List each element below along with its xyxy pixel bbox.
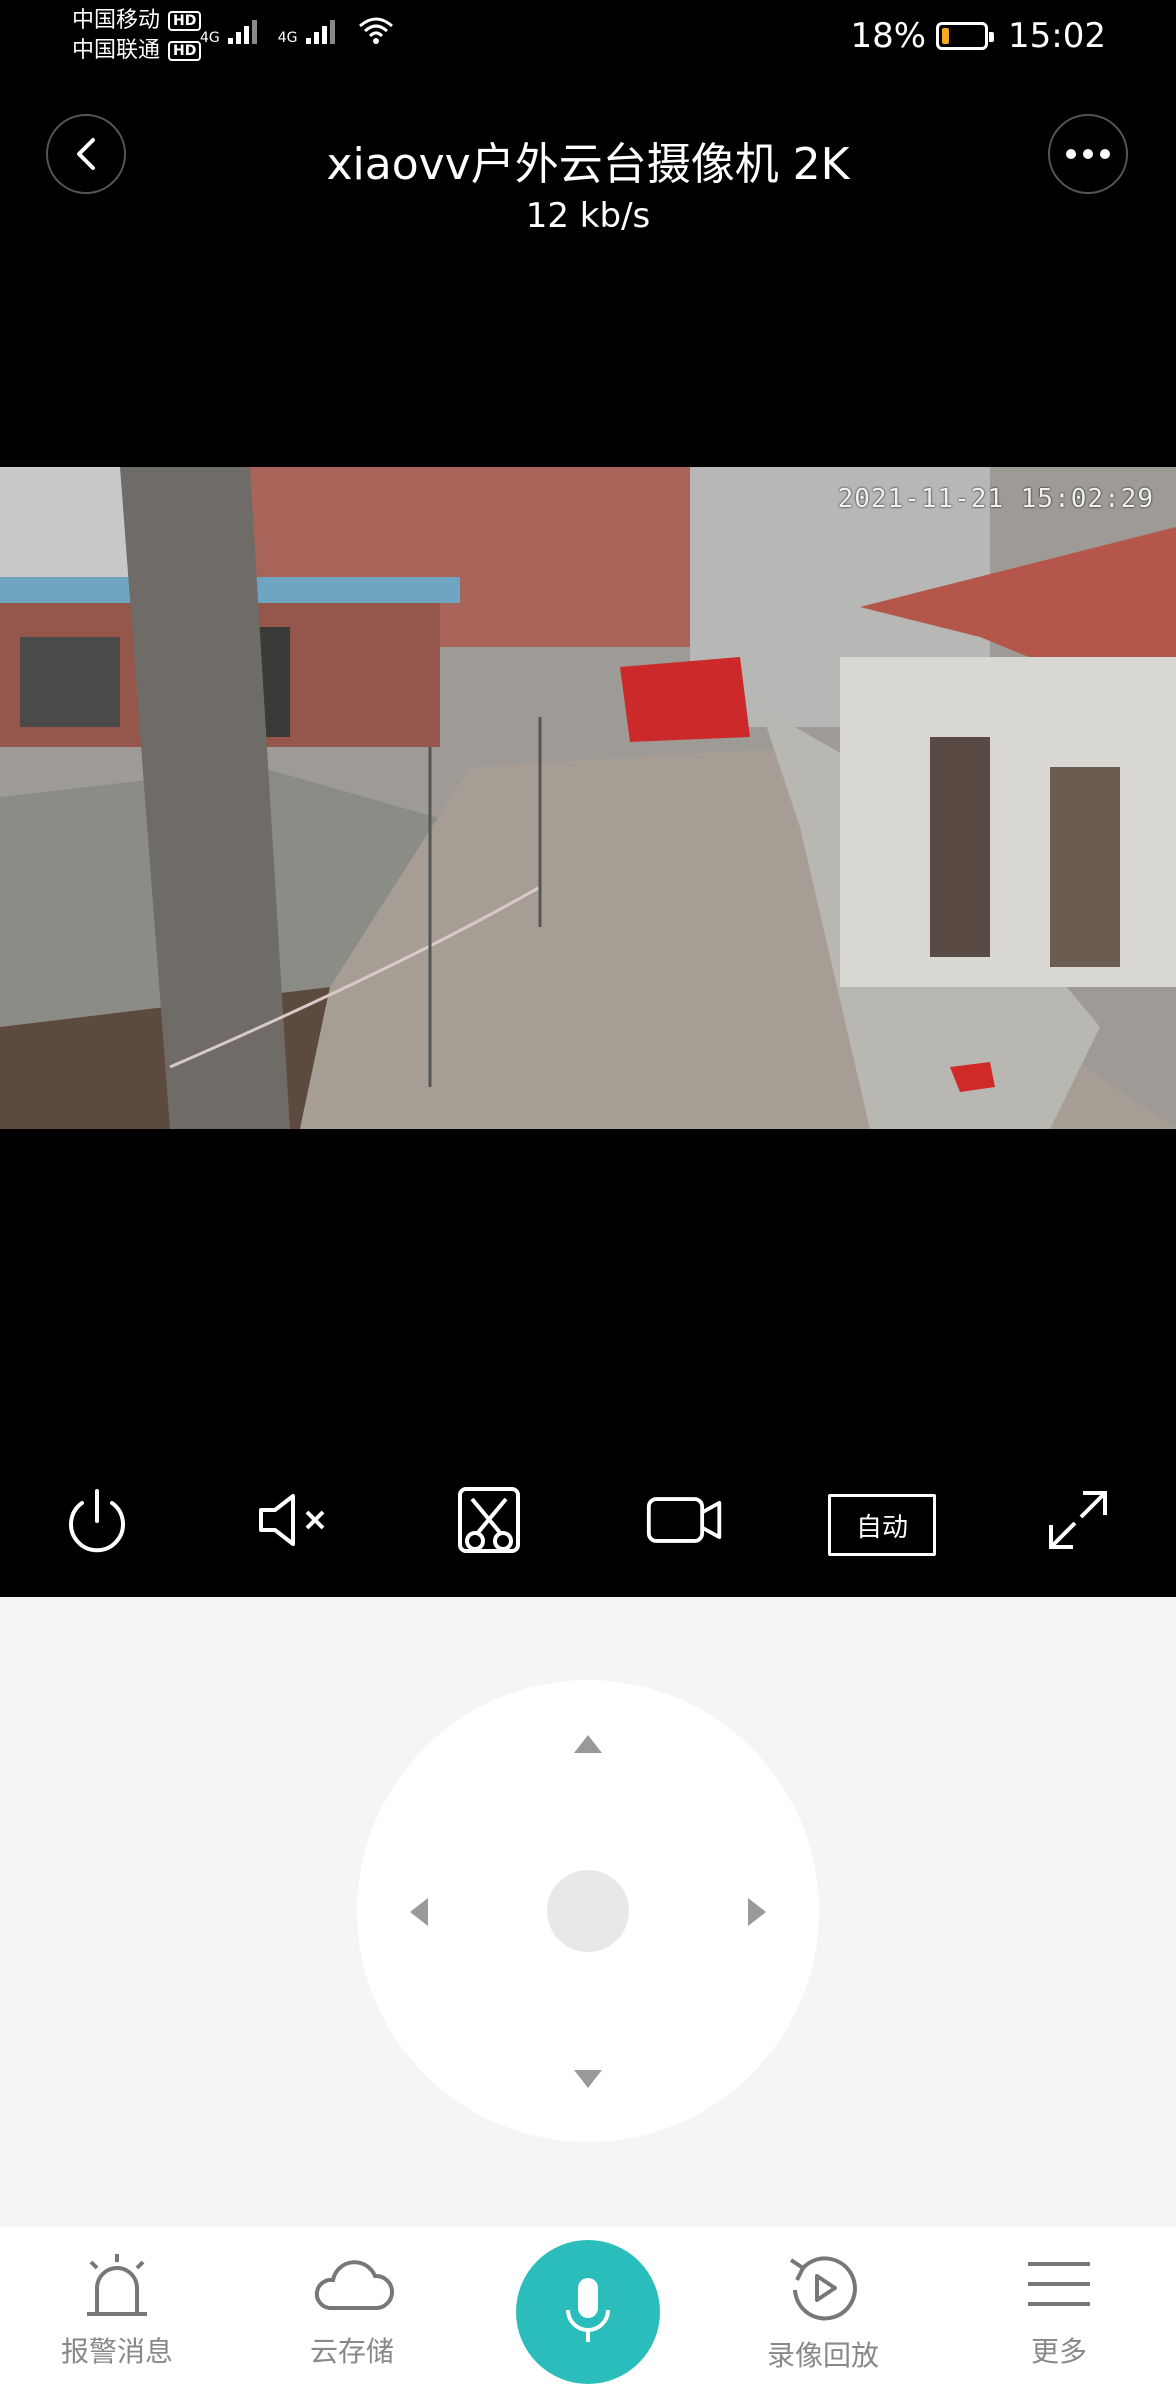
power-button[interactable] xyxy=(57,1480,137,1560)
video-camera-icon xyxy=(646,1497,722,1543)
nav-alarm-label: 报警消息 xyxy=(60,2335,173,2368)
page-title: xiaovv户外云台摄像机 2K xyxy=(326,139,850,190)
nav-alarm-messages[interactable]: 报警消息 xyxy=(37,2250,197,2370)
alarm-light-icon xyxy=(87,2254,147,2316)
ptz-center-knob[interactable] xyxy=(547,1870,629,1952)
nav-playback-label: 录像回放 xyxy=(766,2339,879,2372)
camera-scene-image xyxy=(0,467,1176,1129)
wifi-icon xyxy=(358,17,393,44)
power-icon xyxy=(69,1489,125,1553)
carrier-1: 中国移动 xyxy=(72,8,161,33)
pan-up-arrow-icon[interactable] xyxy=(572,1733,604,1759)
fullscreen-button[interactable] xyxy=(1038,1480,1118,1560)
chevron-left-icon xyxy=(77,138,95,170)
bitrate-label: 12 kb/s xyxy=(525,196,651,236)
expand-icon xyxy=(1049,1491,1107,1549)
signal-indicators: 4G 4G xyxy=(200,14,396,46)
nav-more-label: 更多 xyxy=(1030,2335,1087,2368)
screenshot-button[interactable] xyxy=(449,1480,529,1560)
video-timestamp: 2021-11-21 15:02:29 xyxy=(837,484,1154,514)
hd-badge-1: HD xyxy=(168,11,202,31)
replay-icon xyxy=(789,2256,857,2321)
record-button[interactable] xyxy=(645,1480,725,1560)
back-button[interactable] xyxy=(46,114,126,194)
battery-icon xyxy=(936,22,995,50)
nav-cloud-storage[interactable]: 云存储 xyxy=(272,2250,432,2370)
nav-cloud-label: 云存储 xyxy=(309,2335,394,2368)
more-menu-button[interactable] xyxy=(1048,114,1128,194)
mute-button[interactable] xyxy=(255,1480,335,1560)
carrier-2: 中国联通 xyxy=(72,38,161,63)
camera-video-feed[interactable] xyxy=(0,467,1176,1129)
hd-badge-2: HD xyxy=(168,41,202,61)
status-right: 18% 15:02 xyxy=(850,16,1106,56)
signal-2-icon: 4G xyxy=(278,16,340,46)
talk-button[interactable] xyxy=(516,2240,660,2384)
cloud-icon xyxy=(314,2260,394,2310)
speaker-muted-icon xyxy=(259,1494,325,1546)
signal-1-icon: 4G xyxy=(200,16,262,46)
clock: 15:02 xyxy=(1008,16,1106,56)
nav-playback[interactable]: 录像回放 xyxy=(743,2250,903,2374)
microphone-icon xyxy=(566,2278,610,2342)
pan-right-arrow-icon[interactable] xyxy=(746,1896,768,1932)
scissors-icon xyxy=(458,1487,520,1553)
battery-percent: 18% xyxy=(850,16,927,56)
carrier-info: 中国移动 HD 中国联通 HD xyxy=(72,6,202,66)
pan-down-arrow-icon[interactable] xyxy=(572,2068,604,2094)
quality-toggle-button[interactable]: 自动 xyxy=(828,1494,936,1556)
pan-left-arrow-icon[interactable] xyxy=(408,1896,430,1932)
hamburger-menu-icon xyxy=(1028,2262,1090,2306)
ellipsis-icon xyxy=(1066,149,1110,159)
nav-more[interactable]: 更多 xyxy=(979,2250,1139,2370)
